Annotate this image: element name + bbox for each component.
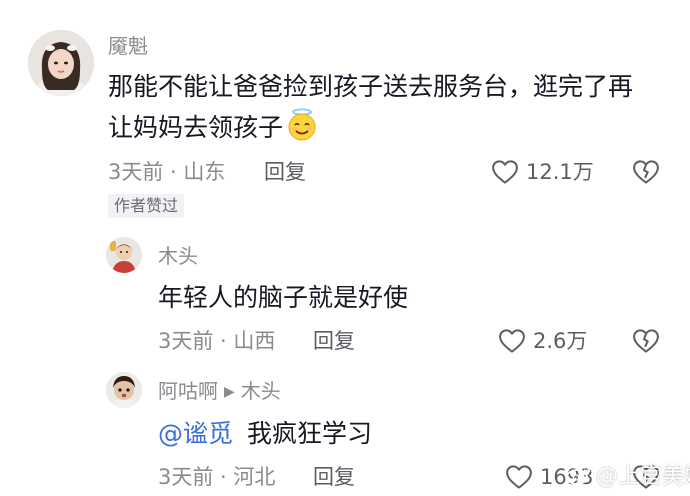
mention-link[interactable]: @谧觅 xyxy=(158,419,233,448)
username[interactable]: 木头 xyxy=(158,244,198,268)
broken-heart-icon[interactable] xyxy=(631,326,661,356)
comment-text: 我疯狂学习 xyxy=(246,419,372,448)
comment-time-location: 3天前 · 河北 xyxy=(158,465,276,489)
reply-button[interactable]: 回复 xyxy=(313,464,355,490)
comment-text-continued: 让妈妈去领孩子 xyxy=(108,108,319,154)
avatar[interactable] xyxy=(28,30,94,96)
heart-outline-icon[interactable] xyxy=(490,157,520,187)
comment-text: 那能不能让爸爸捡到孩子送去服务台，逛完了再 xyxy=(108,72,634,101)
comment-time-location: 3天前 · 山西 xyxy=(158,329,276,353)
heart-outline-icon[interactable] xyxy=(497,326,527,356)
comment-text-row: @谧觅 我疯狂学习 xyxy=(158,414,372,454)
reply-button[interactable]: 回复 xyxy=(313,328,355,354)
comment-text-line2: 让妈妈去领孩子 xyxy=(108,113,284,142)
like-count: 12.1万 xyxy=(526,160,594,184)
comment-time-location: 3天前 · 山东 xyxy=(108,160,226,184)
username[interactable]: 阿咕啊 xyxy=(158,379,218,403)
smiling-face-with-halo-icon xyxy=(285,108,319,154)
triangle-right-icon: ▶ xyxy=(224,384,235,400)
avatar[interactable] xyxy=(106,372,142,408)
comment-text: 年轻人的脑子就是好使 xyxy=(158,283,409,312)
heart-outline-icon[interactable] xyxy=(504,462,534,492)
author-liked-badge: 作者赞过 xyxy=(108,194,185,218)
like-count: 2.6万 xyxy=(533,329,588,353)
avatar[interactable] xyxy=(106,237,142,273)
watermark: @上官美婧 xyxy=(566,463,690,491)
reply-to-username[interactable]: 木头 xyxy=(241,379,281,403)
watermark-text: @上官美婧 xyxy=(596,464,690,489)
broken-heart-icon[interactable] xyxy=(631,157,661,187)
reply-button[interactable]: 回复 xyxy=(264,159,306,185)
weibo-logo-icon xyxy=(566,464,592,490)
username[interactable]: 魇魁 xyxy=(108,34,148,58)
reply-header: 阿咕啊 ▶ 木头 xyxy=(158,379,281,404)
